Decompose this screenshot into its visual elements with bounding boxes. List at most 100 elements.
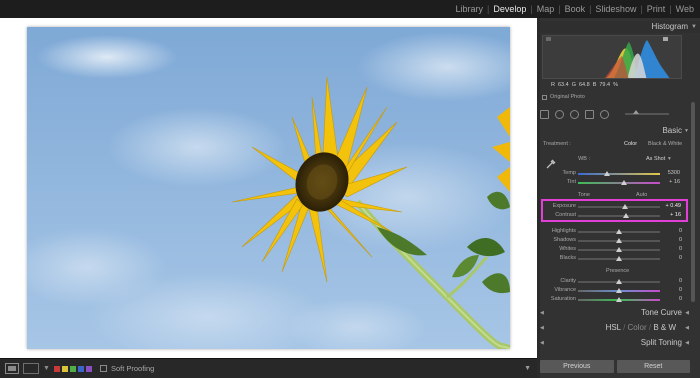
shadows-slider-thumb[interactable] <box>616 238 622 243</box>
green-readout-value: 64.8 <box>578 82 590 88</box>
shadows-value[interactable]: 0 <box>660 237 682 243</box>
split-toning-panel-header[interactable]: ◀ Split Toning ◀ <box>540 336 690 350</box>
histogram-curves <box>546 37 670 78</box>
module-print[interactable]: Print <box>643 0 670 18</box>
blue-label-swatch[interactable] <box>77 365 84 372</box>
red-readout-value: 63.4 <box>557 82 569 88</box>
red-readout-label: R <box>551 82 555 88</box>
basic-panel-header[interactable]: Basic ▼ <box>540 124 690 138</box>
hsl-tab[interactable]: HSL <box>606 323 621 332</box>
image-viewer <box>0 18 537 358</box>
contrast-label: Contrast <box>555 212 576 218</box>
tone-curve-title: Tone Curve <box>641 308 682 317</box>
saturation-slider-thumb[interactable] <box>616 297 622 302</box>
original-photo-checkbox[interactable] <box>542 94 547 100</box>
module-map[interactable]: Map <box>533 0 559 18</box>
collapse-triangle-icon[interactable]: ▼ <box>684 124 689 138</box>
exposure-slider-thumb[interactable] <box>622 204 628 209</box>
reset-button[interactable]: Reset <box>616 360 690 373</box>
develop-tool-strip <box>540 107 690 121</box>
tint-value[interactable]: + 16 <box>658 179 680 185</box>
panel-arrow-icon[interactable]: ◀ <box>540 306 544 320</box>
module-web[interactable]: Web <box>672 0 698 18</box>
panel-scrollbar[interactable] <box>691 102 695 302</box>
blue-readout-label: B <box>592 82 597 88</box>
temp-slider-thumb[interactable] <box>604 171 610 176</box>
spot-removal-tool-icon[interactable] <box>555 109 564 119</box>
histogram-graph <box>542 35 682 79</box>
module-picker: Library | Develop | Map | Book | Slidesh… <box>451 0 698 18</box>
contrast-value[interactable]: + 16 <box>659 212 681 218</box>
adjustment-brush-slider[interactable] <box>625 110 669 115</box>
histogram-readout: R 63.4 G 64.8 B 79.4 % <box>551 82 618 88</box>
lightroom-develop-window: Library | Develop | Map | Book | Slidesh… <box>0 0 700 378</box>
soft-proofing-label: Soft Proofing <box>110 364 155 373</box>
crop-tool-icon[interactable] <box>540 109 549 119</box>
original-photo-toggle[interactable]: Original Photo <box>542 94 585 100</box>
temp-value[interactable]: 5300 <box>658 170 680 176</box>
module-slideshow[interactable]: Slideshow <box>591 0 640 18</box>
color-tab[interactable]: Color <box>628 323 647 332</box>
highlights-value[interactable]: 0 <box>660 228 682 234</box>
tone-curve-panel-header[interactable]: ◀ Tone Curve ◀ <box>540 306 690 320</box>
tint-slider-thumb[interactable] <box>621 180 627 185</box>
compare-view-button[interactable] <box>23 363 39 374</box>
vibrance-slider-thumb[interactable] <box>616 288 622 293</box>
expand-triangle-icon[interactable]: ◀ <box>685 336 689 350</box>
shadows-label: Shadows <box>553 237 576 243</box>
blacks-value[interactable]: 0 <box>660 255 682 261</box>
sunflower-photo <box>27 27 510 349</box>
vibrance-label: Vibrance <box>554 287 576 293</box>
graduated-filter-tool-icon[interactable] <box>585 109 594 119</box>
view-options-chevron-icon[interactable]: ▼ <box>43 365 50 372</box>
tone-auto-button[interactable]: Auto <box>636 192 647 198</box>
bw-tab[interactable]: B & W <box>653 323 676 332</box>
radial-filter-tool-icon[interactable] <box>600 109 609 119</box>
temp-slider-track[interactable] <box>578 173 660 175</box>
blue-readout-value: 79.4 <box>599 82 611 88</box>
red-eye-tool-icon[interactable] <box>570 109 579 119</box>
panel-arrow-icon[interactable]: ◀ <box>540 336 544 350</box>
exposure-value[interactable]: + 0.49 <box>659 203 681 209</box>
red-label-swatch[interactable] <box>53 365 60 372</box>
photo-image <box>27 27 510 349</box>
wb-value[interactable]: As Shot <box>646 156 665 162</box>
treatment-label: Treatment : <box>543 141 571 147</box>
module-bar: Library | Develop | Map | Book | Slidesh… <box>0 0 700 18</box>
loupe-view-button[interactable] <box>5 363 19 374</box>
module-develop[interactable]: Develop <box>489 0 530 18</box>
contrast-slider-track[interactable] <box>578 215 660 217</box>
contrast-slider-thumb[interactable] <box>623 213 629 218</box>
clarity-slider-thumb[interactable] <box>616 279 622 284</box>
highlights-slider-thumb[interactable] <box>616 229 622 234</box>
purple-label-swatch[interactable] <box>85 365 92 372</box>
panel-arrow-icon[interactable]: ◀ <box>540 321 544 335</box>
percent-unit: % <box>613 82 618 88</box>
treatment-color-option[interactable]: Color <box>624 141 637 147</box>
treatment-bw-option[interactable]: Black & White <box>648 141 682 147</box>
exposure-slider-track[interactable] <box>578 206 660 208</box>
viewer-toolbar: ▼ Soft Proofing ▼ <box>0 358 537 378</box>
vibrance-value[interactable]: 0 <box>660 287 682 293</box>
whites-slider-thumb[interactable] <box>616 247 622 252</box>
blacks-slider-thumb[interactable] <box>616 256 622 261</box>
tint-slider-track[interactable] <box>578 182 660 184</box>
clarity-value[interactable]: 0 <box>660 278 682 284</box>
expand-triangle-icon[interactable]: ◀ <box>685 321 689 335</box>
wb-chevron-icon[interactable]: ▾ <box>668 156 671 162</box>
exposure-label: Exposure <box>552 203 576 209</box>
expand-triangle-icon[interactable]: ◀ <box>685 306 689 320</box>
green-label-swatch[interactable] <box>69 365 76 372</box>
temp-label: Temp <box>562 170 576 176</box>
module-library[interactable]: Library <box>451 0 487 18</box>
whites-value[interactable]: 0 <box>660 246 682 252</box>
previous-button[interactable]: Previous <box>540 360 614 373</box>
saturation-value[interactable]: 0 <box>660 296 682 302</box>
collapse-triangle-icon[interactable]: ▼ <box>691 21 697 33</box>
soft-proofing-checkbox[interactable] <box>99 365 107 372</box>
module-book[interactable]: Book <box>561 0 590 18</box>
hsl-panel-header[interactable]: ◀ HSL / Color / B & W ◀ <box>540 321 690 335</box>
yellow-label-swatch[interactable] <box>61 365 68 372</box>
toolbar-menu-chevron-icon[interactable]: ▼ <box>524 365 531 372</box>
histogram-header[interactable]: Histogram ▼ <box>540 21 700 33</box>
